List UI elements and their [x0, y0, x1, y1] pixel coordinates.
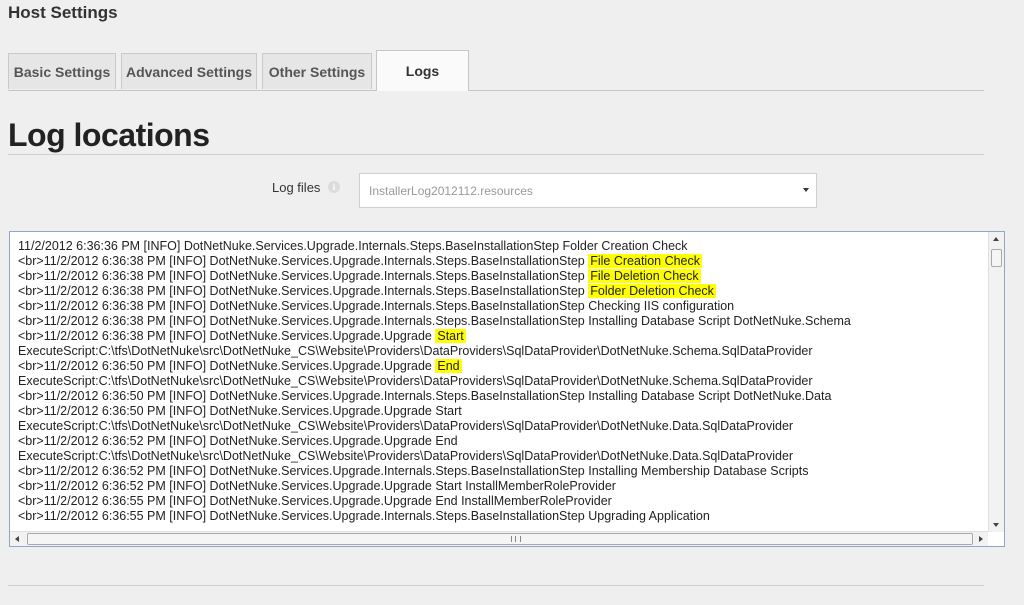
- scroll-left-arrow-icon[interactable]: [15, 536, 19, 542]
- info-icon[interactable]: i: [328, 181, 340, 193]
- log-line-text: <br>11/2/2012 6:36:52 PM [INFO] DotNetNu…: [18, 434, 458, 448]
- log-line-text: ExecuteScript:C:\tfs\DotNetNuke\src\DotN…: [18, 449, 794, 463]
- log-line: <br>11/2/2012 6:36:38 PM [INFO] DotNetNu…: [18, 269, 988, 284]
- log-line-text: <br>11/2/2012 6:36:55 PM [INFO] DotNetNu…: [18, 509, 710, 523]
- log-line: <br>11/2/2012 6:36:52 PM [INFO] DotNetNu…: [18, 479, 988, 494]
- log-files-label: Log files: [272, 180, 321, 195]
- scroll-right-arrow-icon[interactable]: [979, 536, 983, 542]
- log-line: <br>11/2/2012 6:36:50 PM [INFO] DotNetNu…: [18, 404, 988, 419]
- log-line-text: <br>11/2/2012 6:36:50 PM [INFO] DotNetNu…: [18, 389, 832, 403]
- horizontal-scrollbar[interactable]: [10, 531, 988, 546]
- log-files-selected-value: InstallerLog2012112.resources: [369, 183, 533, 198]
- log-line-text: <br>11/2/2012 6:36:38 PM [INFO] DotNetNu…: [18, 254, 589, 268]
- log-line: <br>11/2/2012 6:36:50 PM [INFO] DotNetNu…: [18, 359, 988, 374]
- log-line-text: <br>11/2/2012 6:36:38 PM [INFO] DotNetNu…: [18, 329, 436, 343]
- log-line-text: <br>11/2/2012 6:36:38 PM [INFO] DotNetNu…: [18, 269, 589, 283]
- log-line-text: <br>11/2/2012 6:36:52 PM [INFO] DotNetNu…: [18, 464, 809, 478]
- settings-tabs: Basic Settings Advanced Settings Other S…: [8, 50, 984, 91]
- log-line-text: ExecuteScript:C:\tfs\DotNetNuke\src\DotN…: [18, 374, 813, 388]
- log-line-text: <br>11/2/2012 6:36:55 PM [INFO] DotNetNu…: [18, 494, 612, 508]
- scroll-down-arrow-icon[interactable]: [993, 523, 999, 527]
- tab-other-settings[interactable]: Other Settings: [262, 53, 372, 89]
- log-line-highlight: End: [435, 359, 462, 373]
- vertical-scrollbar[interactable]: [988, 232, 1004, 532]
- horizontal-scroll-thumb[interactable]: [27, 533, 973, 545]
- log-line-text: ExecuteScript:C:\tfs\DotNetNuke\src\DotN…: [18, 419, 794, 433]
- log-line: <br>11/2/2012 6:36:38 PM [INFO] DotNetNu…: [18, 329, 988, 344]
- log-line: <br>11/2/2012 6:36:52 PM [INFO] DotNetNu…: [18, 464, 988, 479]
- chevron-down-icon: [803, 188, 809, 192]
- tab-logs[interactable]: Logs: [376, 50, 469, 91]
- log-line-text: <br>11/2/2012 6:36:38 PM [INFO] DotNetNu…: [18, 284, 589, 298]
- log-content: 11/2/2012 6:36:36 PM [INFO] DotNetNuke.S…: [18, 239, 988, 534]
- tab-basic-settings[interactable]: Basic Settings: [8, 53, 116, 89]
- log-line: <br>11/2/2012 6:36:38 PM [INFO] DotNetNu…: [18, 254, 988, 269]
- log-line: <br>11/2/2012 6:36:55 PM [INFO] DotNetNu…: [18, 509, 988, 524]
- log-line-highlight: File Creation Check: [588, 254, 702, 268]
- log-line-highlight: Start: [435, 329, 466, 343]
- log-line-text: <br>11/2/2012 6:36:38 PM [INFO] DotNetNu…: [18, 299, 735, 313]
- log-line-text: <br>11/2/2012 6:36:38 PM [INFO] DotNetNu…: [18, 314, 851, 328]
- log-line-text: 11/2/2012 6:36:36 PM [INFO] DotNetNuke.S…: [18, 239, 688, 253]
- log-line-highlight: File Deletion Check: [588, 269, 701, 283]
- log-viewer[interactable]: 11/2/2012 6:36:36 PM [INFO] DotNetNuke.S…: [9, 231, 1005, 547]
- log-line-highlight: Folder Deletion Check: [588, 284, 716, 298]
- log-line: ExecuteScript:C:\tfs\DotNetNuke\src\DotN…: [18, 449, 988, 464]
- tab-advanced-settings[interactable]: Advanced Settings: [121, 53, 257, 89]
- log-line: ExecuteScript:C:\tfs\DotNetNuke\src\DotN…: [18, 344, 988, 359]
- log-line: ExecuteScript:C:\tfs\DotNetNuke\src\DotN…: [18, 374, 988, 389]
- log-line: <br>11/2/2012 6:36:38 PM [INFO] DotNetNu…: [18, 314, 988, 329]
- log-line: 11/2/2012 6:36:36 PM [INFO] DotNetNuke.S…: [18, 239, 988, 254]
- log-line-text: <br>11/2/2012 6:36:50 PM [INFO] DotNetNu…: [18, 404, 462, 418]
- log-line-text: ExecuteScript:C:\tfs\DotNetNuke\src\DotN…: [18, 344, 813, 358]
- log-line: <br>11/2/2012 6:36:52 PM [INFO] DotNetNu…: [18, 434, 988, 449]
- log-line-text: <br>11/2/2012 6:36:52 PM [INFO] DotNetNu…: [18, 479, 616, 493]
- section-title: Log locations: [8, 117, 210, 153]
- log-line: <br>11/2/2012 6:36:50 PM [INFO] DotNetNu…: [18, 389, 988, 404]
- log-files-select[interactable]: InstallerLog2012112.resources: [359, 173, 817, 208]
- log-line: <br>11/2/2012 6:36:55 PM [INFO] DotNetNu…: [18, 494, 988, 509]
- scroll-up-arrow-icon[interactable]: [993, 237, 999, 241]
- vertical-scroll-thumb[interactable]: [991, 249, 1002, 267]
- scroll-grip-icon: [511, 536, 521, 542]
- footer-divider: [8, 585, 984, 586]
- log-line: <br>11/2/2012 6:36:38 PM [INFO] DotNetNu…: [18, 284, 988, 299]
- log-line: <br>11/2/2012 6:36:38 PM [INFO] DotNetNu…: [18, 299, 988, 314]
- log-line: ExecuteScript:C:\tfs\DotNetNuke\src\DotN…: [18, 419, 988, 434]
- log-line-text: <br>11/2/2012 6:36:50 PM [INFO] DotNetNu…: [18, 359, 436, 373]
- section-divider: [8, 154, 984, 155]
- page-title: Host Settings: [8, 3, 118, 22]
